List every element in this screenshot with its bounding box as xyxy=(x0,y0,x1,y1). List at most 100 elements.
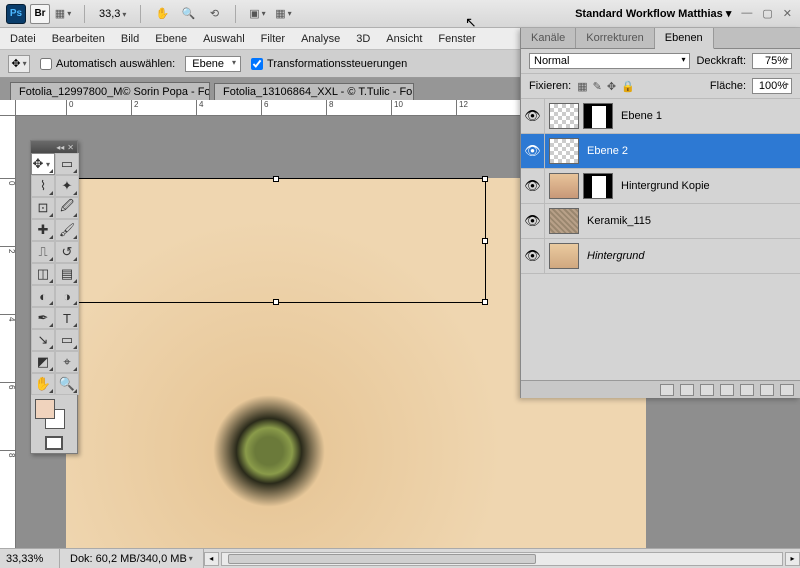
layer-mask-thumbnail[interactable] xyxy=(583,173,613,199)
tool-gradient[interactable]: ▤ xyxy=(55,263,79,285)
arrange-icon[interactable]: ▦ xyxy=(274,5,292,23)
tool-eyedropper[interactable]: 🖉 xyxy=(55,197,79,219)
menu-analyse[interactable]: Analyse xyxy=(301,33,340,45)
tab-channels[interactable]: Kanäle xyxy=(521,28,576,48)
menu-ansicht[interactable]: Ansicht xyxy=(386,33,422,45)
tool-path[interactable]: ↘ xyxy=(31,329,55,351)
tool-hand[interactable]: ✋ xyxy=(31,373,55,395)
layer-name[interactable]: Hintergrund xyxy=(583,250,644,262)
transform-handle[interactable] xyxy=(482,176,488,182)
menu-3d[interactable]: 3D xyxy=(356,33,370,45)
tool-stamp[interactable]: ⎍ xyxy=(31,241,55,263)
lock-pixels-icon[interactable]: ✎ xyxy=(593,80,602,93)
layer-thumbnail[interactable] xyxy=(549,208,579,234)
maximize-button[interactable]: ▢ xyxy=(760,7,774,20)
layer-mask-thumbnail[interactable] xyxy=(583,103,613,129)
tool-crop[interactable]: ⊡ xyxy=(31,197,55,219)
menu-bearbeiten[interactable]: Bearbeiten xyxy=(52,33,105,45)
auto-select-target[interactable]: Ebene xyxy=(185,56,241,72)
tool-zoom[interactable]: 🔍 xyxy=(55,373,79,395)
new-layer-icon[interactable] xyxy=(760,384,774,396)
menu-fenster[interactable]: Fenster xyxy=(438,33,475,45)
tool-dodge[interactable]: ◑ xyxy=(55,285,79,307)
status-doc-info[interactable]: Dok: 60,2 MB/340,0 MB xyxy=(60,549,204,568)
ps-logo[interactable]: Ps xyxy=(6,4,26,24)
close-button[interactable]: ✕ xyxy=(781,7,794,20)
foreground-swatch[interactable] xyxy=(35,399,55,419)
layer-row[interactable]: 👁Hintergrund Kopie xyxy=(521,169,800,204)
close-icon[interactable]: ✕ xyxy=(67,143,74,152)
transform-handle[interactable] xyxy=(482,238,488,244)
tool-eraser[interactable]: ◫ xyxy=(31,263,55,285)
lock-position-icon[interactable]: ✥ xyxy=(607,80,616,93)
tab-layers[interactable]: Ebenen xyxy=(655,28,714,49)
document-tab[interactable]: Fotolia_13106864_XXL - © T.Tulic - Fo xyxy=(214,83,414,100)
lock-transparency-icon[interactable]: ▦ xyxy=(577,80,587,93)
layer-row[interactable]: 👁 Ebene 1 xyxy=(521,99,800,134)
tool-preset[interactable]: ✥ xyxy=(8,55,30,73)
tool-lasso[interactable]: ⌇ xyxy=(31,175,55,197)
menu-bild[interactable]: Bild xyxy=(121,33,139,45)
tool-pen[interactable]: ✒ xyxy=(31,307,55,329)
tool-shape[interactable]: ▭ xyxy=(55,329,79,351)
workspace-switcher[interactable]: Standard Workflow Matthias ▾ xyxy=(575,7,739,20)
transform-handle[interactable] xyxy=(273,176,279,182)
visibility-toggle[interactable]: 👁 xyxy=(521,99,545,133)
transform-controls-checkbox[interactable]: Transformationssteuerungen xyxy=(251,58,407,70)
scrollbar-horizontal[interactable] xyxy=(221,552,783,566)
adjustment-layer-icon[interactable] xyxy=(720,384,734,396)
tool-3dcam[interactable]: ⌖ xyxy=(55,351,79,373)
tool-3d[interactable]: ◩ xyxy=(31,351,55,373)
tool-blur[interactable]: ◐ xyxy=(31,285,55,307)
bridge-logo[interactable]: Br xyxy=(30,4,50,24)
visibility-toggle[interactable]: 👁 xyxy=(521,204,545,238)
color-swatches[interactable] xyxy=(31,395,77,433)
group-icon[interactable] xyxy=(740,384,754,396)
transform-box[interactable] xyxy=(66,178,486,303)
delete-layer-icon[interactable] xyxy=(780,384,794,396)
layer-row[interactable]: 👁 Keramik_115 xyxy=(521,204,800,239)
rotate-icon[interactable]: ⟲ xyxy=(205,5,223,23)
transform-handle[interactable] xyxy=(482,299,488,305)
layer-name[interactable]: Ebene 2 xyxy=(583,145,628,157)
layer-name[interactable]: Keramik_115 xyxy=(583,215,651,227)
tool-move[interactable]: ✥ xyxy=(31,153,55,175)
opacity-input[interactable]: 75% xyxy=(752,53,792,69)
transform-handle[interactable] xyxy=(273,299,279,305)
visibility-toggle[interactable]: 👁 xyxy=(521,169,545,203)
link-layers-icon[interactable] xyxy=(660,384,674,396)
layer-thumbnail[interactable] xyxy=(549,243,579,269)
menu-ebene[interactable]: Ebene xyxy=(155,33,187,45)
layer-row[interactable]: 👁 Ebene 2 xyxy=(521,134,800,169)
blend-mode-select[interactable]: Normal xyxy=(529,53,690,69)
status-zoom[interactable]: 33,33% xyxy=(0,549,60,568)
film-icon[interactable]: ▦ xyxy=(54,5,72,23)
tab-adjustments[interactable]: Korrekturen xyxy=(576,28,654,48)
layer-thumbnail[interactable] xyxy=(549,138,579,164)
collapse-icon[interactable]: ◂◂ xyxy=(56,143,64,152)
layer-row[interactable]: 👁Hintergrund xyxy=(521,239,800,274)
layer-name[interactable]: Ebene 1 xyxy=(617,110,662,122)
layer-thumbnail[interactable] xyxy=(549,173,579,199)
visibility-toggle[interactable]: 👁 xyxy=(521,134,545,168)
scrollbar-thumb[interactable] xyxy=(228,554,536,564)
menu-auswahl[interactable]: Auswahl xyxy=(203,33,245,45)
screen-mode-icon[interactable]: ▣ xyxy=(248,5,266,23)
tool-type[interactable]: T xyxy=(55,307,79,329)
zoom-icon[interactable]: 🔍 xyxy=(179,5,197,23)
zoom-level[interactable]: 33,3 xyxy=(93,8,132,20)
tool-marquee[interactable]: ▭ xyxy=(55,153,79,175)
scroll-right-button[interactable]: ▸ xyxy=(785,552,800,566)
hand-icon[interactable]: ✋ xyxy=(153,5,171,23)
tool-heal[interactable]: ✚ xyxy=(31,219,55,241)
minimize-button[interactable]: — xyxy=(739,7,754,20)
quickmask-toggle[interactable] xyxy=(45,436,63,450)
ruler-origin[interactable] xyxy=(0,100,16,116)
layer-thumbnail[interactable] xyxy=(549,103,579,129)
tool-history[interactable]: ↺ xyxy=(55,241,79,263)
tool-brush[interactable]: 🖌 xyxy=(55,219,79,241)
palette-header[interactable]: ◂◂ ✕ xyxy=(31,141,77,153)
mask-icon[interactable] xyxy=(700,384,714,396)
fill-input[interactable]: 100% xyxy=(752,78,792,94)
tool-wand[interactable]: ✦ xyxy=(55,175,79,197)
